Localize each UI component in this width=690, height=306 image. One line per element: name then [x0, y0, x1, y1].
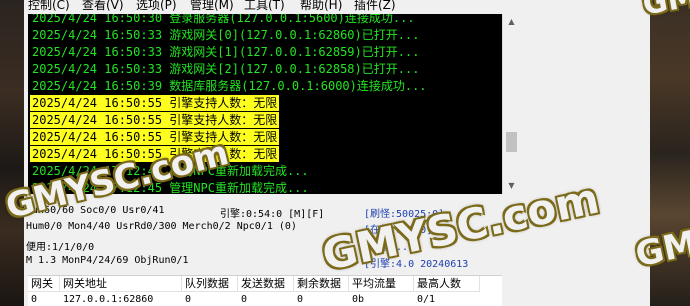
col-header-max-users[interactable]: 最高人数: [414, 276, 480, 292]
log-scroll-thumb[interactable]: [506, 132, 517, 152]
log-line: 2025/4/24 16:50:33 游戏网关[0](127.0.0.1:628…: [32, 28, 420, 42]
log-line: 2025/4/24 16:50:30 登录服务器(127.0.0.1:5600)…: [32, 14, 415, 25]
game-server-window: 控制(C) 查看(V) 选项(P) 管理(M) 工具(T) 帮助(H) 插件(Z…: [24, 0, 650, 306]
desktop-background-right: [650, 0, 690, 306]
log-line: 2025/4/24 16:50:55 引擎支持人数：无限: [30, 112, 280, 128]
log-line: 2025/4/24 16:50:33 游戏网关[1](127.0.0.1:628…: [32, 45, 420, 59]
table-cell: 0/1: [417, 294, 436, 305]
server-log[interactable]: 2025/4/24 16:50:30 登录服务器(127.0.0.1:5600)…: [28, 14, 502, 194]
scroll-up-icon[interactable]: ▲: [506, 16, 517, 27]
log-line: 2025/4/24 16:50:39 数据库服务器(127.0.0.1:6000…: [32, 79, 427, 93]
log-line: 2025/4/24 16:50:55 引擎支持人数：无限: [30, 129, 280, 145]
table-scrollbar[interactable]: [502, 275, 519, 306]
menu-plugins[interactable]: 插件(Z): [354, 0, 396, 13]
menu-bar: 控制(C) 查看(V) 选项(P) 管理(M) 工具(T) 帮助(H) 插件(Z…: [24, 0, 650, 14]
table-cell: 0: [297, 294, 304, 305]
col-header-avg-traffic[interactable]: 平均流量: [349, 276, 414, 292]
status-monster: M 1.3 MonP4/24/69 ObjRun0/1: [26, 255, 189, 266]
menu-tools[interactable]: 工具(T): [244, 0, 285, 13]
desktop-background-left: [0, 0, 24, 306]
log-line: 2025/4/24 17:12:45 交易NPC重新加载完成...: [32, 164, 309, 178]
log-line: 2025/4/24 17:12:45 管理NPC重新加载完成...: [32, 181, 309, 194]
status-engine-version: [引擎:4.0 20240613: [364, 259, 469, 270]
status-refresh: [刷怪:50025:0]: [364, 209, 445, 220]
menu-options[interactable]: 选项(P): [136, 0, 177, 13]
table-cell: 127.0.0.1:62860: [63, 294, 154, 305]
menu-manage[interactable]: 管理(M): [190, 0, 234, 13]
status-map: [地图...]: [364, 242, 415, 253]
menu-view[interactable]: 查看(V): [82, 0, 124, 13]
scroll-down-icon[interactable]: ▼: [506, 180, 517, 191]
log-line: 2025/4/24 16:50:55 引擎支持人数：无限: [30, 95, 280, 111]
status-run: Run60/60 Soc0/0 Usr0/41: [26, 205, 165, 216]
menu-help[interactable]: 帮助(H): [300, 0, 342, 13]
table-cell: 0: [185, 294, 192, 305]
status-engine-time: 引擎:0:54:0 [M][F]: [220, 209, 325, 220]
table-cell: 0: [241, 294, 248, 305]
col-header-queue[interactable]: 队列数据: [182, 276, 238, 292]
log-line: 2025/4/24 16:50:33 游戏网关[2](127.0.0.1:628…: [32, 62, 420, 76]
menu-control[interactable]: 控制(C): [28, 0, 70, 13]
table-cell: 0: [31, 294, 38, 305]
col-header-remaining[interactable]: 剩余数据: [294, 276, 349, 292]
log-scrollbar[interactable]: ▲ ▼: [502, 14, 519, 194]
status-hum: Hum0/0 Mon4/40 UsrRd0/300 Merch0/2 Npc0/…: [26, 221, 297, 232]
status-usage: 便用:1/1/0/0: [26, 242, 95, 253]
log-line: 2025/4/24 16:50:55 引擎支持人数：无限: [30, 146, 280, 162]
table-cell: 0b: [352, 294, 365, 305]
col-header-address[interactable]: 网关地址: [60, 276, 182, 292]
col-header-gateway[interactable]: 网关: [28, 276, 60, 292]
col-header-sent[interactable]: 发送数据: [238, 276, 294, 292]
status-online: [在线:0/0/0]: [364, 225, 433, 236]
gateway-table: 网关 网关地址 队列数据 发送数据 剩余数据 平均流量 最高人数 0 127.0…: [28, 275, 502, 306]
